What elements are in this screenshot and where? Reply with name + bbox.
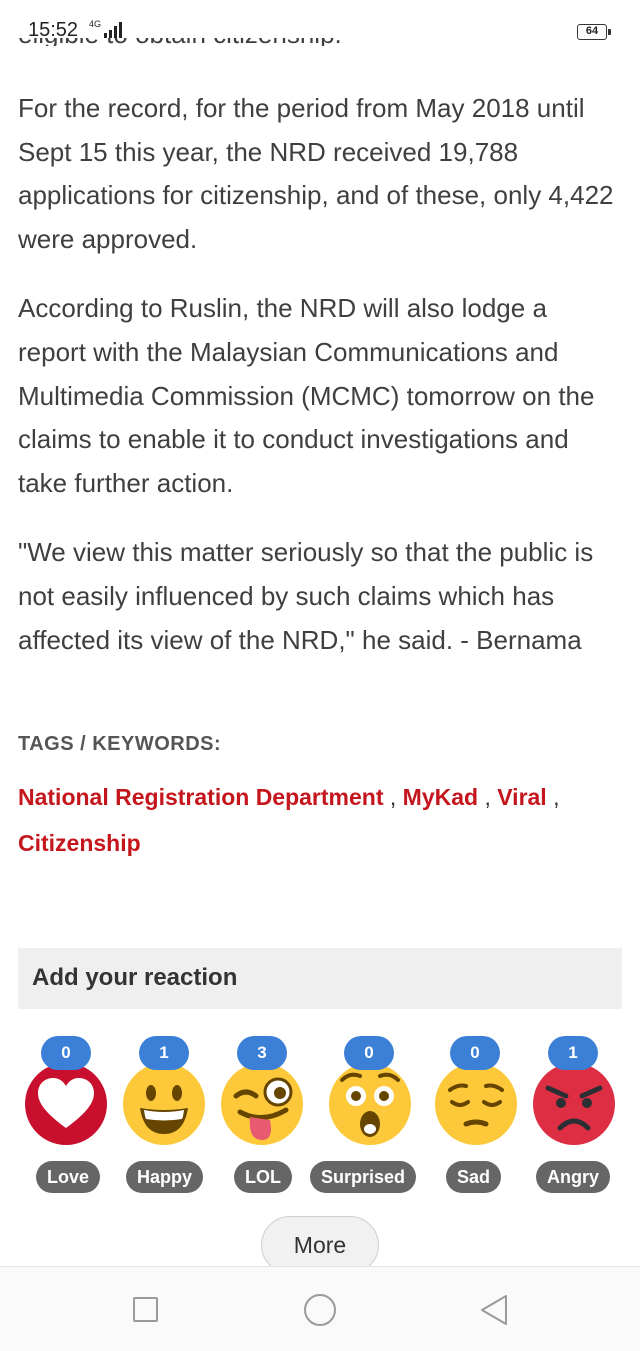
angry-face-icon [533, 1063, 615, 1145]
article-paragraph: For the record, for the period from May … [18, 93, 614, 254]
reaction-label: Surprised [310, 1161, 417, 1193]
reaction-count: 3 [237, 1036, 287, 1070]
tag-link[interactable]: MyKad [403, 784, 478, 810]
tag-separator: , [484, 784, 491, 810]
reaction-label: Happy [126, 1161, 204, 1193]
article-body: For the record, for the period from May … [18, 87, 622, 688]
reaction-count: 1 [548, 1036, 598, 1070]
reaction-count: 0 [344, 1036, 394, 1070]
lol-face-icon [221, 1063, 303, 1145]
reaction-header: Add your reaction [18, 948, 622, 1009]
reaction-label: Angry [536, 1161, 611, 1193]
reaction-label: LOL [234, 1161, 292, 1193]
tags-section: TAGS / KEYWORDS: National Registration D… [18, 733, 622, 866]
tag-link[interactable]: National Registration Department [18, 784, 384, 810]
tag-link[interactable]: Viral [497, 784, 546, 810]
reaction-header-title: Add your reaction [32, 964, 238, 991]
navigation-bar [0, 1266, 640, 1351]
home-icon[interactable] [304, 1294, 336, 1326]
reaction-count: 0 [450, 1036, 500, 1070]
reaction-label: Sad [446, 1161, 502, 1193]
tag-link[interactable]: Citizenship [18, 830, 141, 856]
network-type: 4G [89, 19, 102, 29]
article-paragraph: According to Ruslin, the NRD will also l… [18, 293, 595, 498]
reaction-count: 0 [41, 1036, 91, 1070]
signal-icon [104, 22, 122, 38]
tag-separator: , [553, 784, 560, 810]
recent-apps-icon[interactable] [133, 1297, 158, 1322]
back-icon[interactable] [478, 1293, 510, 1327]
surprised-face-icon [329, 1063, 411, 1145]
tags-title: TAGS / KEYWORDS: [18, 733, 222, 755]
happy-face-icon [123, 1063, 205, 1145]
heart-icon [25, 1063, 107, 1145]
tag-separator: , [389, 784, 397, 810]
battery-icon: 64 [577, 24, 611, 40]
reaction-bar: 0 Love 1 Happy 3 LOL 0 Surprised 0 Sad 1… [0, 1036, 640, 1196]
battery-level: 64 [585, 25, 599, 37]
tag-list: National Registration Department , MyKad… [18, 774, 622, 866]
reaction-count: 1 [139, 1036, 189, 1070]
reaction-label: Love [36, 1161, 101, 1193]
status-bar: 15:52 4G 64 eligible to obtain citizensh… [0, 0, 640, 46]
sad-face-icon [435, 1063, 517, 1145]
article-paragraph: "We view this matter seriously so that t… [18, 537, 594, 655]
cut-off-text: eligible to obtain citizenship. [18, 38, 398, 46]
